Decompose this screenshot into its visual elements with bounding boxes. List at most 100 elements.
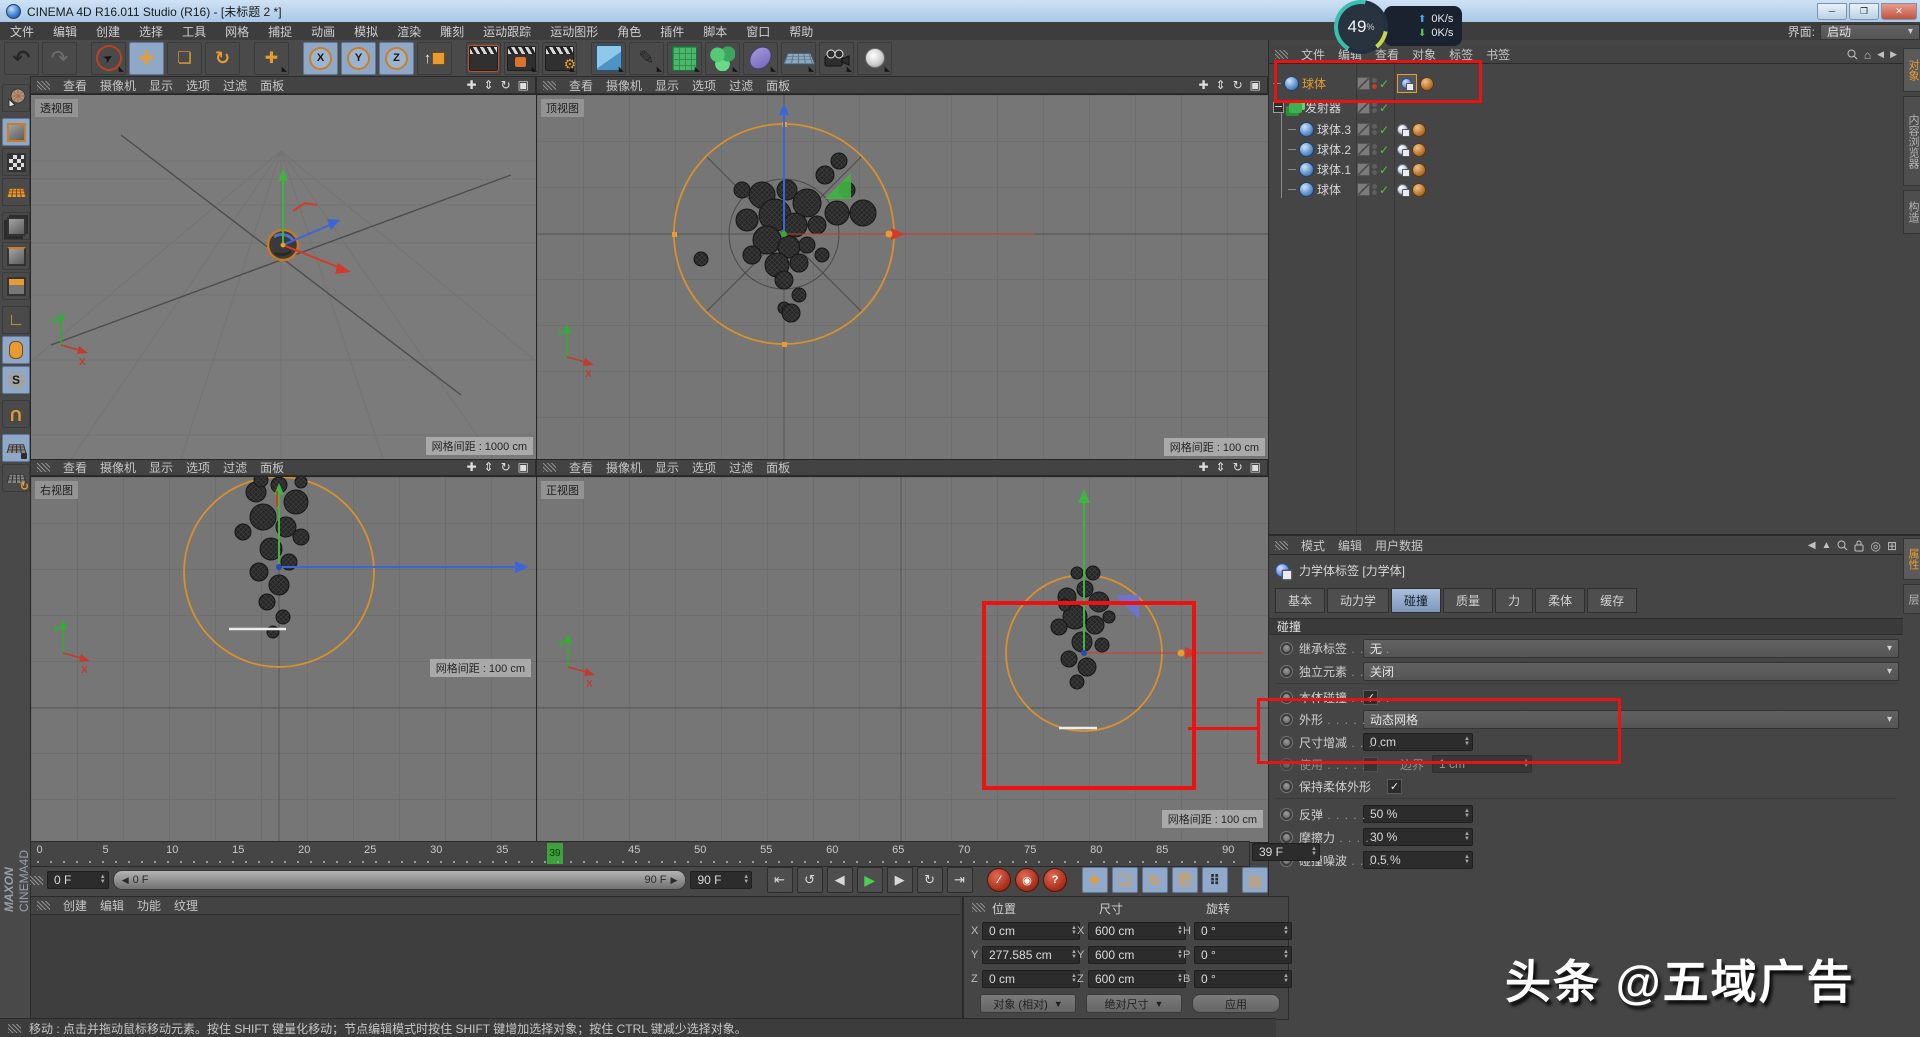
- range-left-arrow-icon[interactable]: ◀: [122, 875, 129, 886]
- play-icon[interactable]: ▶: [857, 867, 883, 893]
- enabled-check-icon[interactable]: ✓: [1379, 123, 1389, 137]
- lock-x-axis-icon[interactable]: X: [303, 42, 338, 75]
- enabled-check-icon[interactable]: ✓: [1379, 77, 1389, 91]
- tab-softbody[interactable]: 柔体: [1535, 588, 1585, 613]
- drag-handle-icon[interactable]: [30, 876, 43, 885]
- polygons-mode-icon[interactable]: [2, 272, 30, 300]
- key-scale-icon[interactable]: ❏: [1112, 867, 1138, 893]
- viewport-top[interactable]: 顶视图: [536, 94, 1270, 460]
- dynamics-body-tag[interactable]: [1397, 164, 1409, 176]
- pos-z-field[interactable]: 0 cm▲▼: [982, 970, 1080, 988]
- zoom-icon[interactable]: ⇕: [1216, 460, 1226, 474]
- floor-icon[interactable]: ◣: [781, 42, 816, 75]
- tab-structure[interactable]: 构造: [1903, 190, 1920, 234]
- shape-dropdown[interactable]: 动态网格▾: [1363, 710, 1899, 729]
- viewport-label[interactable]: 右视图: [35, 481, 78, 499]
- vp-menu-panel[interactable]: 面板: [766, 77, 790, 94]
- vp-menu-panel[interactable]: 面板: [260, 459, 284, 476]
- anim-dot-icon[interactable]: [1281, 737, 1292, 748]
- object-row-sphere1[interactable]: 球体.1 ✓: [1273, 160, 1903, 179]
- key-point-level-icon[interactable]: ⠿: [1202, 867, 1228, 893]
- vp-menu-filter[interactable]: 过滤: [223, 77, 247, 94]
- cpu-gauge-overlay[interactable]: 49%: [1334, 0, 1388, 54]
- lock-z-axis-icon[interactable]: Z: [379, 42, 414, 75]
- am-menu-edit[interactable]: 编辑: [1338, 537, 1362, 554]
- pan-icon[interactable]: ✚: [466, 460, 476, 474]
- render-visibility-dot[interactable]: [1372, 108, 1377, 113]
- menu-motion-tracker[interactable]: 运动跟踪: [483, 23, 531, 40]
- panel-divider[interactable]: [1269, 534, 1920, 536]
- om-menu-tags[interactable]: 标签: [1449, 46, 1473, 63]
- layer-toggle-icon[interactable]: [1357, 163, 1370, 176]
- anim-dot-icon[interactable]: [1281, 781, 1292, 792]
- boundary-field[interactable]: 1 cm▲▼: [1432, 755, 1532, 773]
- spline-pen-icon[interactable]: ✎◣: [629, 42, 664, 75]
- edges-mode-icon[interactable]: [2, 242, 30, 270]
- vp-menu-view[interactable]: 查看: [63, 459, 87, 476]
- tab-layers[interactable]: 层: [1903, 584, 1920, 614]
- drag-handle-icon[interactable]: [37, 901, 50, 910]
- layer-toggle-icon[interactable]: [1357, 123, 1370, 136]
- drag-handle-icon[interactable]: [37, 463, 50, 472]
- goto-end-icon[interactable]: ⇥: [947, 867, 973, 893]
- size-mode-dropdown[interactable]: 绝对尺寸▼: [1086, 994, 1182, 1013]
- range-start-field[interactable]: 0 F▲▼: [47, 871, 109, 889]
- object-name[interactable]: 球体: [1317, 181, 1341, 198]
- search-icon[interactable]: [1847, 49, 1858, 60]
- anim-dot-icon[interactable]: [1281, 759, 1292, 770]
- collapse-icon[interactable]: [1273, 102, 1284, 113]
- menu-tools[interactable]: 工具: [182, 23, 206, 40]
- menu-render[interactable]: 渲染: [397, 23, 421, 40]
- tab-content-browser[interactable]: 内容浏览器: [1903, 96, 1920, 186]
- apply-button[interactable]: 应用: [1192, 994, 1280, 1013]
- am-menu-userdata[interactable]: 用户数据: [1375, 537, 1423, 554]
- drag-handle-icon[interactable]: [1275, 541, 1288, 550]
- object-row-sphere-child[interactable]: 球体 ✓: [1273, 180, 1903, 199]
- subdivision-surface-icon[interactable]: ◣: [667, 42, 702, 75]
- close-button[interactable]: ✕: [1881, 3, 1917, 20]
- tab-basic[interactable]: 基本: [1275, 588, 1325, 613]
- maximize-icon[interactable]: ▣: [1250, 78, 1261, 92]
- points-mode-icon[interactable]: [2, 212, 30, 240]
- autokeying-icon[interactable]: ◉: [1015, 868, 1039, 892]
- vp-menu-options[interactable]: 选项: [692, 459, 716, 476]
- drag-handle-icon[interactable]: [37, 81, 50, 90]
- enabled-check-icon[interactable]: ✓: [1379, 163, 1389, 177]
- render-settings-icon[interactable]: ⚙◣: [542, 42, 577, 75]
- menu-window[interactable]: 窗口: [746, 23, 770, 40]
- tab-force[interactable]: 力: [1495, 588, 1533, 613]
- render-visibility-dot[interactable]: [1372, 150, 1377, 155]
- zoom-icon[interactable]: ⇕: [484, 78, 494, 92]
- menu-sculpt[interactable]: 雕刻: [440, 23, 464, 40]
- rotate-icon[interactable]: ↻: [501, 460, 511, 474]
- friction-field[interactable]: 30 %▲▼: [1363, 828, 1473, 846]
- parent-icon[interactable]: ▲: [1822, 540, 1832, 551]
- vp-menu-display[interactable]: 显示: [655, 459, 679, 476]
- key-position-icon[interactable]: ✚: [1082, 867, 1108, 893]
- viewport-label[interactable]: 透视图: [35, 99, 78, 117]
- primitive-cube-icon[interactable]: ◣: [591, 42, 626, 75]
- snap-icon[interactable]: U: [2, 400, 30, 428]
- vp-menu-options[interactable]: 选项: [186, 459, 210, 476]
- range-right-arrow-icon[interactable]: ▶: [671, 875, 678, 886]
- mat-menu-edit[interactable]: 编辑: [100, 897, 124, 914]
- rotate-icon[interactable]: ↻: [1233, 460, 1243, 474]
- viewport-label[interactable]: 正视图: [541, 481, 584, 499]
- search-icon[interactable]: [1837, 540, 1848, 551]
- vp-menu-display[interactable]: 显示: [655, 77, 679, 94]
- object-name[interactable]: 球体.3: [1317, 121, 1351, 138]
- keyframe-selection-icon[interactable]: ?: [1043, 868, 1067, 892]
- nav-back-icon[interactable]: ◀: [1877, 49, 1884, 60]
- title-bar[interactable]: CINEMA 4D R16.011 Studio (R16) - [未标题 2 …: [0, 0, 1920, 22]
- vp-menu-camera[interactable]: 摄像机: [606, 459, 642, 476]
- last-tool-icon[interactable]: ✚◣: [254, 42, 289, 75]
- menu-help[interactable]: 帮助: [789, 23, 813, 40]
- history-back-icon[interactable]: ◀: [1808, 540, 1816, 551]
- om-menu-objects[interactable]: 对象: [1412, 46, 1436, 63]
- pos-y-field[interactable]: 277.585 cm▲▼: [982, 946, 1080, 964]
- vp-menu-panel[interactable]: 面板: [260, 77, 284, 94]
- make-editable-icon[interactable]: [2, 84, 30, 112]
- workplane-mode-icon[interactable]: [2, 178, 30, 206]
- deformer-icon[interactable]: ◣: [743, 42, 778, 75]
- menu-file[interactable]: 文件: [10, 23, 34, 40]
